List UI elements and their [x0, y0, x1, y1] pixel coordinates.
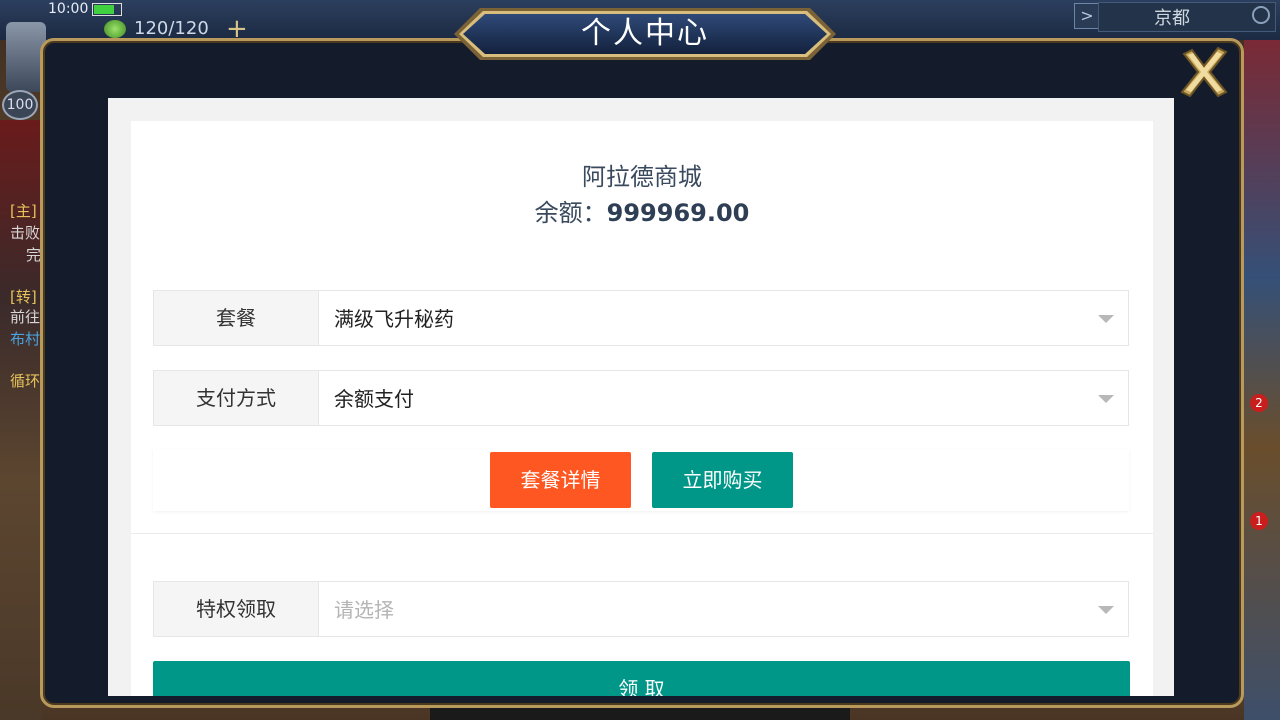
package-details-button[interactable]: 套餐详情	[490, 452, 631, 508]
claim-button[interactable]: 领 取	[153, 661, 1130, 696]
quest-text: 布村	[10, 330, 41, 348]
buy-now-button[interactable]: 立即购买	[652, 452, 793, 508]
battery-icon	[92, 3, 122, 16]
player-level-badge: 100	[2, 90, 38, 120]
privilege-claim-label: 特权领取	[154, 582, 319, 636]
shop-name: 阿拉德商城	[582, 163, 702, 191]
payment-method-select[interactable]: 支付方式 余额支付	[153, 370, 1129, 426]
modal-title-plate: 个人中心	[452, 6, 838, 62]
package-select[interactable]: 套餐 满级飞升秘药	[153, 290, 1129, 346]
balance-value: 999969.00	[606, 199, 750, 227]
action-button-bar: 套餐详情 立即购买	[153, 449, 1129, 511]
balance-label: 余额：	[534, 199, 607, 227]
privilege-claim-placeholder[interactable]: 请选择	[334, 582, 394, 636]
package-value[interactable]: 满级飞升秘药	[334, 291, 454, 345]
left-quest-panel: [主] 击败 完 [转] 前往 布村 循环	[0, 120, 42, 720]
payment-method-label: 支付方式	[154, 371, 319, 425]
bottom-bar	[430, 706, 850, 720]
city-name: 京都	[1154, 8, 1190, 29]
notification-badge: 1	[1250, 512, 1268, 530]
quest-text: 完	[26, 246, 42, 264]
clock: 10:00	[48, 1, 89, 17]
close-x-icon	[1180, 46, 1228, 98]
package-label: 套餐	[154, 291, 319, 345]
chevron-down-icon[interactable]	[1098, 315, 1114, 323]
privilege-claim-select[interactable]: 特权领取 请选择	[153, 581, 1129, 637]
right-event-panel	[1244, 40, 1280, 720]
close-button[interactable]	[1176, 44, 1232, 100]
stamina-value: 120/120	[134, 18, 209, 39]
quest-tag: 循环	[10, 372, 41, 390]
notification-badge: 2	[1250, 394, 1268, 412]
shop-card: 阿拉德商城 余额：999969.00 套餐 满级飞升秘药 支付方式 余额支付 套…	[131, 121, 1153, 696]
balance-line: 余额：999969.00	[131, 193, 1153, 228]
arrow-icon[interactable]: >	[1074, 3, 1100, 29]
quest-text: 击败	[10, 224, 41, 242]
quest-tag: [转]	[10, 288, 37, 306]
payment-method-value[interactable]: 余额支付	[334, 371, 414, 425]
chevron-down-icon[interactable]	[1098, 606, 1114, 614]
modal-content-area: 阿拉德商城 余额：999969.00 套餐 满级飞升秘药 支付方式 余额支付 套…	[108, 98, 1174, 696]
modal-title: 个人中心	[581, 16, 709, 51]
quest-tag: [主]	[10, 202, 37, 220]
search-icon[interactable]	[1252, 6, 1270, 24]
quest-text: 前往	[10, 308, 41, 326]
chevron-down-icon[interactable]	[1098, 395, 1114, 403]
section-divider	[131, 533, 1153, 534]
stamina-icon	[104, 20, 126, 38]
